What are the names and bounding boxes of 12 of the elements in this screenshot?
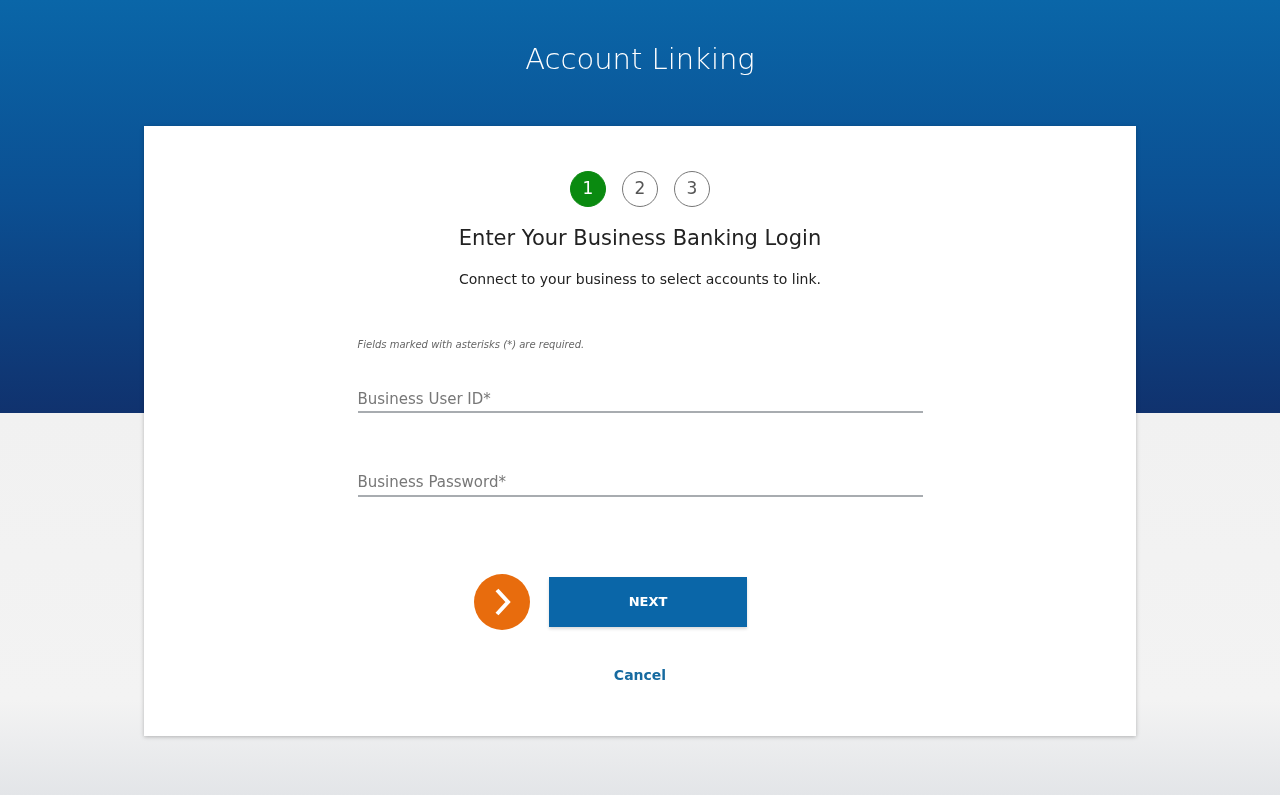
input-field[interactable]: Business Password* (357, 471, 923, 497)
page-title: Account Linking (525, 41, 755, 77)
chevron-callout-icon (473, 572, 531, 631)
form-heading: Enter Your Business Banking Login (457, 225, 823, 252)
input-field[interactable]: Business User ID* (357, 387, 923, 413)
step-indicator: 2 (622, 171, 658, 207)
step-indicator: 1 (570, 171, 606, 207)
form-subheading: Connect to your business to select accounts to link. (459, 269, 821, 289)
next-button[interactable]: NEXT (549, 576, 747, 627)
cancel-link[interactable]: Cancel (613, 666, 667, 683)
required-note: Fields marked with asterisks (*) are required. (357, 337, 585, 352)
step-indicator: 3 (674, 171, 710, 207)
